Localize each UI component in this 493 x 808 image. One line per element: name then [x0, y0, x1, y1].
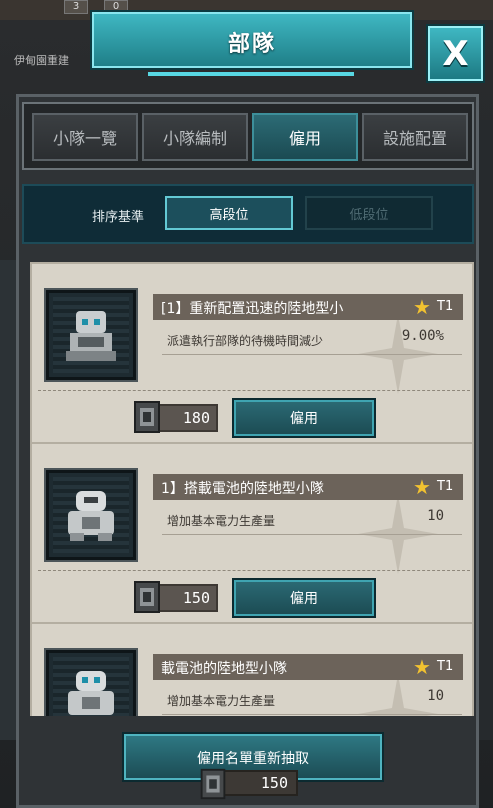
tier-badge: T1 — [437, 479, 454, 494]
tab-squad-formation[interactable]: 小隊編制 — [142, 113, 248, 161]
hire-cost-value: 150 — [182, 589, 210, 607]
title-underline — [148, 72, 354, 76]
chip-currency-icon — [200, 768, 226, 800]
background-scene-text: 伊甸園重建 — [14, 54, 69, 67]
star-icon: ★ — [413, 295, 431, 319]
effect-description: 增加基本電力生產量 — [167, 694, 276, 708]
hire-cost-value: 180 — [182, 409, 210, 427]
effect-value: 10 — [427, 508, 444, 524]
tab-facility-placement[interactable]: 設施配置 — [362, 113, 468, 161]
chip-currency-icon — [134, 581, 160, 613]
reroll-cost-value: 150 — [260, 774, 288, 792]
hire-card: [1】重新配置迅速的陸地型小 ★ T1 派遣執行部隊的待機時間減少 9.00% … — [30, 262, 474, 446]
unit-name: 載電池的陸地型小隊 — [161, 661, 287, 677]
hire-button[interactable]: 僱用 — [232, 398, 376, 438]
hire-card: 載電池的陸地型小隊 ★ T1 增加基本電力生產量 10 — [30, 622, 474, 716]
unit-portrait — [46, 290, 136, 380]
resource-chip: 3 — [64, 0, 88, 14]
tier-badge: T1 — [437, 659, 454, 674]
effect-description: 派遣執行部隊的待機時間減少 — [167, 334, 324, 348]
effect-description: 增加基本電力生產量 — [167, 514, 276, 528]
close-icon: X — [442, 33, 469, 74]
effect-divider — [162, 534, 462, 535]
tab-squad-list[interactable]: 小隊一覽 — [32, 113, 138, 161]
effect-divider — [162, 354, 462, 355]
tier-badge: T1 — [437, 299, 454, 314]
effect-divider — [162, 714, 462, 715]
unit-portrait — [46, 470, 136, 560]
unit-name-bar: 1】搭載電池的陸地型小隊 ★ T1 — [153, 474, 463, 500]
effect-value: 10 — [427, 688, 444, 704]
robot-unit-icon — [68, 491, 114, 541]
hire-card: 1】搭載電池的陸地型小隊 ★ T1 增加基本電力生產量 10 150 僱用 — [30, 442, 474, 626]
unit-name: [1】重新配置迅速的陸地型小 — [161, 301, 344, 317]
effect-value: 9.00% — [401, 328, 444, 344]
unit-name-bar: [1】重新配置迅速的陸地型小 ★ T1 — [153, 294, 463, 320]
title-banner: 部隊 — [92, 12, 412, 68]
card-divider — [38, 390, 470, 391]
chip-currency-icon — [134, 401, 160, 433]
robot-unit-icon — [66, 311, 116, 361]
hire-button[interactable]: 僱用 — [232, 578, 376, 618]
unit-name: 1】搭載電池的陸地型小隊 — [161, 481, 324, 497]
sort-high-rank-button[interactable]: 高段位 — [165, 196, 293, 230]
robot-unit-icon — [68, 671, 114, 715]
compass-emblem-icon — [358, 674, 438, 716]
sort-low-rank-button[interactable]: 低段位 — [305, 196, 433, 230]
star-icon: ★ — [413, 475, 431, 499]
hire-list[interactable]: [1】重新配置迅速的陸地型小 ★ T1 派遣執行部隊的待機時間減少 9.00% … — [26, 248, 478, 716]
tab-hire[interactable]: 僱用 — [252, 113, 358, 161]
close-button[interactable]: X — [428, 26, 483, 81]
star-icon: ★ — [413, 655, 431, 679]
sort-label: 排序基準 — [92, 210, 145, 225]
unit-name-bar: 載電池的陸地型小隊 ★ T1 — [153, 654, 463, 680]
card-divider — [38, 570, 470, 571]
page-title: 部隊 — [227, 32, 276, 57]
unit-portrait — [46, 650, 136, 716]
